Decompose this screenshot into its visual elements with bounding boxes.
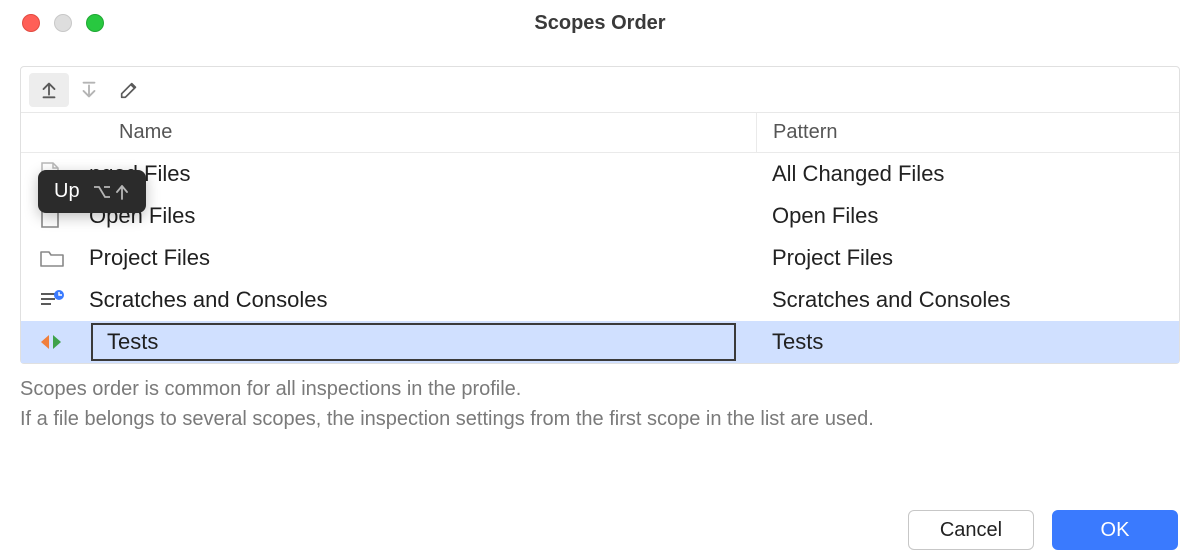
scope-pattern: Project Files	[772, 245, 893, 271]
column-header-name[interactable]: Name	[103, 121, 172, 144]
scope-pattern: All Changed Files	[772, 161, 944, 187]
help-text: Scopes order is common for all inspectio…	[20, 374, 1180, 434]
table-body: nged Files All Changed Files Open Files …	[21, 153, 1179, 363]
table-row[interactable]: Open Files Open Files	[21, 195, 1179, 237]
scope-name: Project Files	[81, 245, 756, 271]
option-key-icon	[92, 183, 112, 201]
scratch-icon	[21, 289, 81, 311]
help-line: Scopes order is common for all inspectio…	[20, 374, 1180, 404]
help-line: If a file belongs to several scopes, the…	[20, 404, 1180, 434]
tooltip-label: Up	[54, 180, 80, 203]
move-up-button[interactable]	[29, 73, 69, 107]
tests-icon	[21, 331, 81, 353]
tooltip: Up	[38, 170, 146, 213]
arrow-down-bar-icon	[78, 79, 100, 101]
titlebar: Scopes Order	[0, 0, 1200, 46]
table-row[interactable]: Scratches and Consoles Scratches and Con…	[21, 279, 1179, 321]
cancel-button[interactable]: Cancel	[908, 510, 1034, 550]
folder-icon	[21, 247, 81, 269]
scope-name[interactable]: Tests	[99, 329, 734, 355]
scope-name: Open Files	[81, 203, 756, 229]
table-row[interactable]: Tests Tests	[21, 321, 1179, 363]
window-title: Scopes Order	[0, 12, 1200, 35]
scope-pattern: Tests	[772, 329, 823, 355]
main-panel: Name Pattern nged Files All Changed File…	[20, 66, 1180, 364]
table-row[interactable]: nged Files All Changed Files	[21, 153, 1179, 195]
scope-name: nged Files	[81, 161, 756, 187]
scope-name: Scratches and Consoles	[81, 287, 756, 313]
column-header-pattern[interactable]: Pattern	[757, 121, 837, 144]
arrow-up-bar-icon	[38, 79, 60, 101]
toolbar	[21, 67, 1179, 113]
ok-button[interactable]: OK	[1052, 510, 1178, 550]
move-down-button[interactable]	[69, 73, 109, 107]
table-row[interactable]: Project Files Project Files	[21, 237, 1179, 279]
arrow-up-icon	[114, 183, 130, 201]
table-header: Name Pattern	[21, 113, 1179, 153]
edit-button[interactable]	[109, 73, 149, 107]
scope-pattern: Open Files	[772, 203, 878, 229]
scope-pattern: Scratches and Consoles	[772, 287, 1010, 313]
tooltip-shortcut	[92, 183, 130, 201]
pencil-icon	[118, 79, 140, 101]
